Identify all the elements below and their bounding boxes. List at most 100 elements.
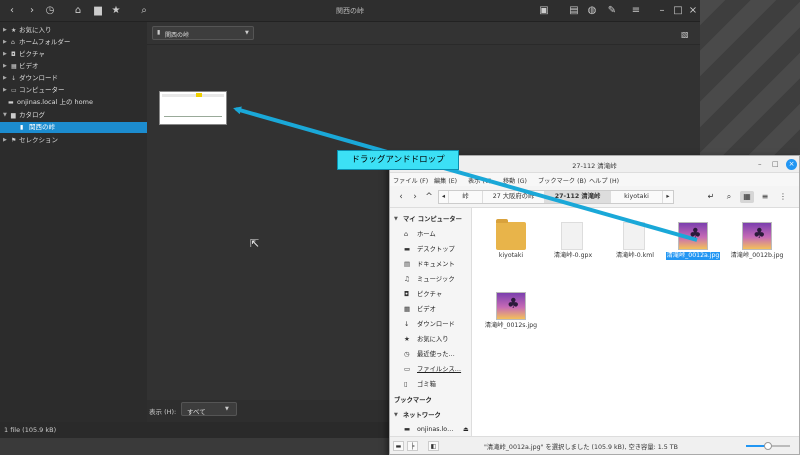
breadcrumb-item[interactable]: 峠 [449,191,483,203]
file-grid[interactable]: kiyotaki 清滝峠-0.gpx 清滝峠-0.kml ♣ 清滝峠_0012a… [472,208,799,436]
expand-arrow-icon[interactable]: ▶ [3,61,7,72]
maximize-icon[interactable]: □ [672,5,684,17]
menu-bookmarks[interactable]: ブックマーク (B) [538,176,586,185]
download-icon: ↓ [404,320,410,328]
star-icon[interactable]: ★ [110,5,122,17]
image-icon: ♣ [678,222,708,250]
sidebar-item-videos[interactable]: ▶ ▦ ビデオ [0,61,147,72]
sidebar-item-pictures[interactable]: ▶ ◘ ピクチャ [0,49,147,60]
image-icon: ♣ [496,292,526,320]
image-thumbnail[interactable] [159,91,227,125]
menu-edit[interactable]: 編集 (E) [434,176,457,185]
music-icon: ♫ [404,275,410,283]
sidebar-item-favorites[interactable]: ▶ ★ お気に入り [0,25,147,36]
close-icon[interactable]: × [786,159,797,170]
collapse-arrow-icon[interactable]: ▼ [394,212,398,227]
breadcrumb-left-icon[interactable]: ◂ [439,191,449,203]
expand-arrow-icon[interactable]: ▶ [3,85,7,96]
home-icon[interactable]: ⌂ [72,5,84,17]
expand-arrow-icon[interactable]: ▶ [3,135,7,146]
zoom-slider[interactable] [746,442,790,450]
collapse-arrow-icon[interactable]: ▼ [3,110,7,121]
menu-view[interactable]: 表示 (V) [468,176,491,185]
window-title: 関西の峠 [336,7,364,15]
list-view-icon[interactable]: ≡ [758,191,772,203]
sidebar-item-home[interactable]: ▶ ⌂ ホームフォルダー [0,37,147,48]
sidebar-item-desktop[interactable]: ▬ デスクトップ [390,242,472,257]
minimize-icon[interactable]: – [758,160,762,168]
expand-arrow-icon[interactable]: ▶ [3,73,7,84]
sidebar-section-bookmarks[interactable]: ブックマーク [390,393,472,408]
collapse-arrow-icon[interactable]: ▼ [394,408,398,423]
maximize-icon[interactable]: □ [772,160,779,168]
grid-view-icon[interactable]: ▦ [740,191,754,203]
sidebar-item-catalog[interactable]: ▼ ▆ カタログ [0,110,147,121]
open-terminal-icon[interactable]: ↵ [704,191,718,203]
sidebar-item-selection[interactable]: ▶ ⚑ セレクション [0,135,147,146]
file-name: 清滝峠-0.kml [615,252,655,259]
menu-go[interactable]: 移動 (G) [503,176,527,185]
up-icon[interactable]: ^ [422,191,436,203]
show-tree-icon[interactable]: ┝ [407,441,418,451]
location-dropdown[interactable]: ▮ 関西の峠 ▼ [152,26,254,40]
menu-icon[interactable]: ≡ [630,5,642,17]
sidebar-item-downloads[interactable]: ▶ ↓ ダウンロード [0,73,147,84]
tools-icon[interactable]: ✎ [606,5,618,17]
hide-sidebar-icon[interactable]: ◧ [428,441,439,451]
sidebar-item-computer[interactable]: ▶ ▭ コンピューター [0,85,147,96]
history-icon[interactable]: ◷ [44,5,56,17]
catalog-icon[interactable]: ▆ [92,5,104,17]
menu-file[interactable]: ファイル (F) [393,176,428,185]
sidebar-item-filesystem[interactable]: ▭ ファイルシス… [390,362,472,377]
sidebar-section-network[interactable]: ▼ ネットワーク [390,408,472,423]
duplicate-icon[interactable]: ◍ [586,5,598,17]
sidebar-item-downloads[interactable]: ↓ ダウンロード [390,317,472,332]
sidebar-item-home[interactable]: ⌂ ホーム [390,227,472,242]
back-icon[interactable]: ‹ [6,5,18,17]
image-icon: ♣ [742,222,772,250]
eject-icon[interactable]: ⏏ [463,422,469,437]
sidebar-item-pictures[interactable]: ◘ ピクチャ [390,287,472,302]
sidebar-item-recent[interactable]: ◷ 最近使った… [390,347,472,362]
sidebar-item-documents[interactable]: ▤ ドキュメント [390,257,472,272]
breadcrumb-item[interactable]: kiyotaki [611,191,663,203]
breadcrumb-item-current[interactable]: 27-112 清滝峠 [545,191,611,203]
network-drive-icon: ▬ [404,425,411,433]
document-icon [561,222,583,250]
slideshow-icon[interactable]: ▣ [538,5,550,17]
chevron-down-icon: ▼ [245,30,249,36]
comment-icon[interactable]: ▤ [568,5,580,17]
forward-icon[interactable]: › [408,191,422,203]
sidebar-item-favorites[interactable]: ★ お気に入り [390,332,472,347]
expand-arrow-icon[interactable]: ▶ [3,25,7,36]
sidebar-item-network-home[interactable]: ▬ onjinas.local 上の home [0,97,147,108]
sidebar-item-trash[interactable]: ▯ ゴミ箱 [390,377,472,392]
expand-arrow-icon[interactable]: ▶ [3,49,7,60]
flag-icon: ⚑ [11,137,17,144]
search-icon[interactable]: ⌕ [722,191,736,203]
show-places-icon[interactable]: ▬ [393,441,404,451]
breadcrumb-item[interactable]: 27 大阪府の峠 [483,191,545,203]
zoom-slider-knob[interactable] [764,442,772,450]
search-icon[interactable]: ⌕ [138,5,150,17]
sidebar-item-kansai-passes[interactable]: ▮ 関西の峠 [0,122,147,133]
compact-view-icon[interactable]: ⋮ [776,191,790,203]
filter-select[interactable]: すべて ▼ [181,402,237,416]
chevron-down-icon: ▼ [225,406,229,412]
back-icon[interactable]: ‹ [394,191,408,203]
close-icon[interactable]: × [687,5,699,17]
folder-icon: ▬ [8,99,14,106]
minimize-icon[interactable]: – [656,5,668,17]
sidebar-item-music[interactable]: ♫ ミュージック [390,272,472,287]
sidebar-item-videos[interactable]: ▦ ビデオ [390,302,472,317]
menu-help[interactable]: ヘルプ (H) [589,176,619,185]
expand-arrow-icon[interactable]: ▶ [3,37,7,48]
breadcrumb-right-icon[interactable]: ▸ [663,191,673,203]
document-icon [623,222,645,250]
properties-icon[interactable]: ▧ [681,30,689,39]
star-icon: ★ [11,27,17,34]
forward-icon[interactable]: › [26,5,38,17]
sidebar-section-my-computer[interactable]: ▼ マイ コンピューター [390,212,472,227]
sidebar-item-network-drive[interactable]: ▬ onjinas.lo… ⏏ [390,422,472,437]
trash-icon: ▯ [404,380,408,388]
